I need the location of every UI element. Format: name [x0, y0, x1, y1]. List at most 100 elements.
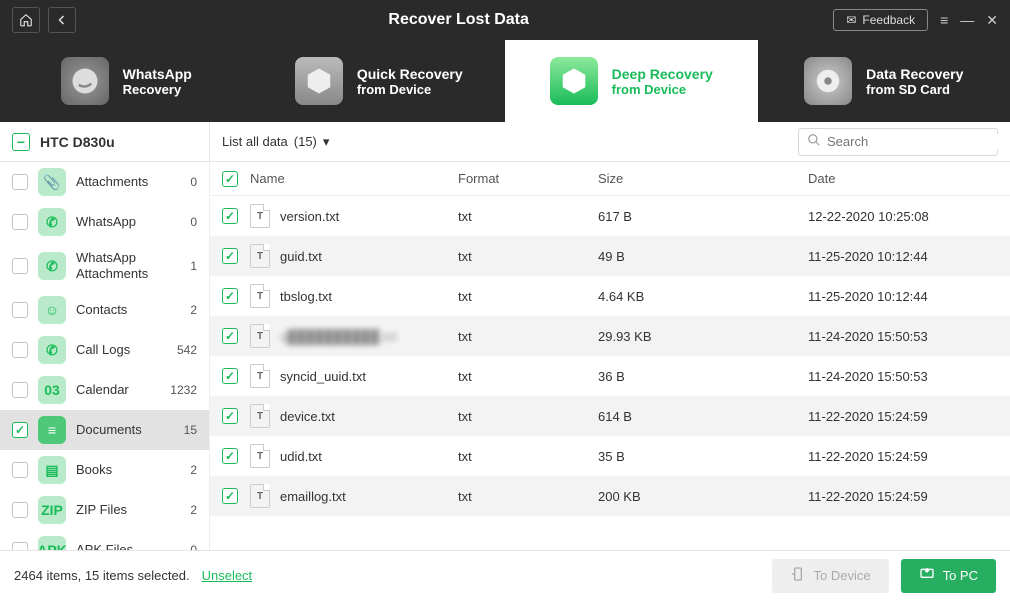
filter-dropdown[interactable]: List all data (15) ▾ — [210, 134, 341, 150]
category-checkbox[interactable] — [12, 502, 28, 518]
category-icon: ✆ — [38, 336, 66, 364]
category-checkbox[interactable] — [12, 542, 28, 550]
category-sidebar: 📎Attachments0✆WhatsApp0✆WhatsApp Attachm… — [0, 162, 210, 550]
search-box[interactable] — [798, 128, 998, 156]
category-icon: ✆ — [38, 208, 66, 236]
text-file-icon: T — [250, 404, 270, 428]
close-icon[interactable]: ✕ — [986, 12, 998, 29]
table-row[interactable]: Tdevice.txttxt614 B11-22-2020 15:24:59 — [210, 396, 1010, 436]
text-file-icon: T — [250, 244, 270, 268]
category-checkbox[interactable] — [12, 342, 28, 358]
category-label: Call Logs — [76, 342, 167, 358]
col-format[interactable]: Format — [458, 171, 598, 186]
file-date: 11-24-2020 15:50:53 — [808, 369, 998, 384]
chevron-down-icon: ▾ — [323, 134, 330, 150]
sidebar-item-apk-files[interactable]: APKAPK Files0 — [0, 530, 209, 550]
category-count: 2 — [190, 463, 197, 477]
row-checkbox[interactable] — [222, 288, 238, 304]
category-label: Documents — [76, 422, 174, 438]
mode-whatsapp-recovery[interactable]: WhatsApp Recovery — [0, 40, 253, 122]
row-checkbox[interactable] — [222, 368, 238, 384]
sidebar-item-whatsapp[interactable]: ✆WhatsApp0 — [0, 202, 209, 242]
table-row[interactable]: Tguid.txttxt49 B11-25-2020 10:12:44 — [210, 236, 1010, 276]
sidebar-item-whatsapp-attachments[interactable]: ✆ WhatsApp Attachments 1 — [0, 242, 209, 290]
mode-deep-recovery[interactable]: Deep Recovery from Device — [505, 40, 758, 122]
file-size: 29.93 KB — [598, 329, 808, 344]
unselect-link[interactable]: Unselect — [202, 568, 253, 583]
category-checkbox[interactable] — [12, 462, 28, 478]
minimize-icon[interactable]: — — [960, 12, 974, 29]
category-checkbox[interactable] — [12, 174, 28, 190]
col-name[interactable]: Name — [250, 171, 458, 186]
mode-sd-recovery[interactable]: Data Recovery from SD Card — [758, 40, 1010, 122]
export-pc-icon — [919, 566, 935, 585]
category-checkbox[interactable] — [12, 302, 28, 318]
to-device-button[interactable]: To Device — [772, 559, 889, 593]
sidebar-item-documents[interactable]: ≡Documents15 — [0, 410, 209, 450]
row-checkbox[interactable] — [222, 448, 238, 464]
table-row[interactable]: Tsyncid_uuid.txttxt36 B11-24-2020 15:50:… — [210, 356, 1010, 396]
table-row[interactable]: Tversion.txttxt617 B12-22-2020 10:25:08 — [210, 196, 1010, 236]
category-label: Attachments — [76, 174, 180, 190]
table-row[interactable]: Tudid.txttxt35 B11-22-2020 15:24:59 — [210, 436, 1010, 476]
collapse-toggle[interactable]: − — [12, 133, 30, 151]
to-pc-button[interactable]: To PC — [901, 559, 996, 593]
file-date: 11-24-2020 15:50:53 — [808, 329, 998, 344]
file-name: version.txt — [280, 209, 339, 224]
file-format: txt — [458, 209, 598, 224]
category-checkbox[interactable] — [12, 258, 28, 274]
category-icon: ✆ — [38, 252, 66, 280]
search-input[interactable] — [827, 134, 1003, 149]
select-all-checkbox[interactable] — [222, 171, 238, 187]
col-date[interactable]: Date — [808, 171, 998, 186]
text-file-icon: T — [250, 364, 270, 388]
category-icon: ZIP — [38, 496, 66, 524]
table-row[interactable]: Ttbslog.txttxt4.64 KB11-25-2020 10:12:44 — [210, 276, 1010, 316]
category-count: 1232 — [170, 383, 197, 397]
category-label: WhatsApp Attachments — [76, 250, 180, 281]
row-checkbox[interactable] — [222, 248, 238, 264]
table-row[interactable]: Temaillog.txttxt200 KB11-22-2020 15:24:5… — [210, 476, 1010, 516]
back-button[interactable] — [48, 7, 76, 33]
category-checkbox[interactable] — [12, 422, 28, 438]
col-size[interactable]: Size — [598, 171, 808, 186]
mode-quick-recovery[interactable]: Quick Recovery from Device — [253, 40, 506, 122]
row-checkbox[interactable] — [222, 328, 238, 344]
category-icon: ≡ — [38, 416, 66, 444]
mail-icon: ✉ — [846, 13, 856, 27]
file-format: txt — [458, 489, 598, 504]
category-icon: APK — [38, 536, 66, 550]
to-pc-label: To PC — [943, 568, 978, 583]
box-glow-icon — [550, 57, 598, 105]
category-count: 1 — [190, 259, 197, 273]
text-file-icon: T — [250, 444, 270, 468]
row-checkbox[interactable] — [222, 408, 238, 424]
category-count: 542 — [177, 343, 197, 357]
category-checkbox[interactable] — [12, 214, 28, 230]
file-name: q██████████.txt — [280, 329, 397, 344]
sidebar-item-call-logs[interactable]: ✆ Call Logs 542 — [0, 330, 209, 370]
menu-icon[interactable]: ≡ — [940, 12, 948, 29]
device-name: HTC D830u — [40, 134, 115, 150]
category-icon: ▤ — [38, 456, 66, 484]
category-label: Contacts — [76, 302, 180, 318]
row-checkbox[interactable] — [222, 488, 238, 504]
table-row[interactable]: Tq██████████.txttxt29.93 KB11-24-2020 15… — [210, 316, 1010, 356]
mode-label: Data Recovery — [866, 66, 963, 82]
category-icon: 03 — [38, 376, 66, 404]
category-label: WhatsApp — [76, 214, 180, 230]
category-label: APK Files — [76, 542, 180, 550]
file-date: 11-22-2020 15:24:59 — [808, 409, 998, 424]
text-file-icon: T — [250, 324, 270, 348]
sidebar-item-contacts[interactable]: ☺Contacts2 — [0, 290, 209, 330]
category-checkbox[interactable] — [12, 382, 28, 398]
row-checkbox[interactable] — [222, 208, 238, 224]
category-label: ZIP Files — [76, 502, 180, 518]
home-button[interactable] — [12, 7, 40, 33]
sidebar-item-books[interactable]: ▤Books2 — [0, 450, 209, 490]
feedback-button[interactable]: ✉ Feedback — [833, 9, 928, 31]
sidebar-item-attachments[interactable]: 📎Attachments0 — [0, 162, 209, 202]
whatsapp-icon — [61, 57, 109, 105]
sidebar-item-calendar[interactable]: 03Calendar1232 — [0, 370, 209, 410]
sidebar-item-zip-files[interactable]: ZIPZIP Files2 — [0, 490, 209, 530]
